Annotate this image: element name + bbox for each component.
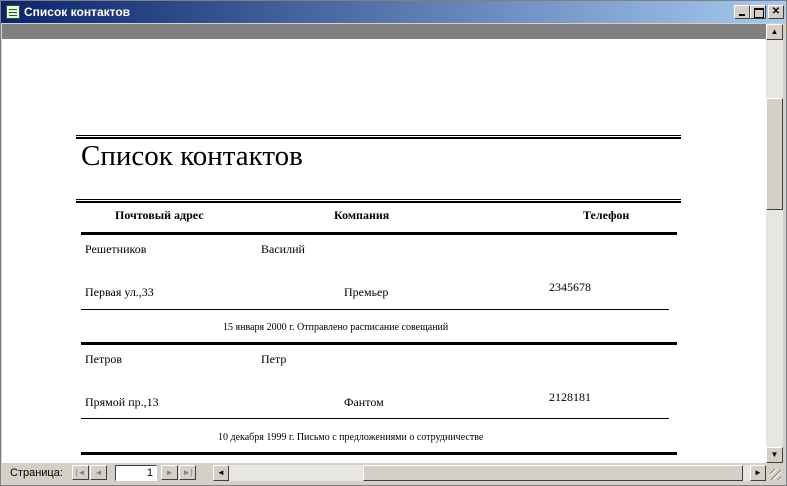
- column-header-company: Компания: [334, 208, 390, 222]
- record-company: Премьер: [344, 285, 389, 299]
- scroll-up-button[interactable]: ▲: [766, 24, 783, 40]
- page-label: Страница:: [10, 467, 63, 479]
- scroll-right-button[interactable]: ►: [750, 465, 766, 481]
- header-top-rule: [76, 199, 681, 203]
- minimize-button[interactable]: [734, 5, 750, 19]
- report-icon[interactable]: [6, 5, 20, 19]
- column-header-address: Почтовый адрес: [115, 208, 204, 222]
- record-first-name: Василий: [261, 242, 305, 256]
- record-separator: [81, 342, 677, 345]
- record-note: 10 декабря 1999 г. Письмо с предложениям…: [218, 432, 484, 443]
- vertical-scroll-thumb[interactable]: [766, 98, 783, 210]
- vertical-scrollbar[interactable]: ▲ ▼: [766, 24, 783, 463]
- record-phone: 2128181: [549, 390, 591, 404]
- title-bar[interactable]: Список контактов ✕: [1, 1, 786, 23]
- record-note-divider: [81, 309, 669, 310]
- record-last-name: Петров: [85, 352, 123, 366]
- report-title: Список контактов: [81, 140, 303, 172]
- record-separator: [81, 452, 677, 455]
- column-header-phone: Телефон: [583, 208, 630, 222]
- scroll-left-button[interactable]: ◄: [213, 465, 229, 481]
- record-last-name: Решетников: [85, 242, 147, 256]
- scroll-down-button[interactable]: ▼: [766, 447, 783, 463]
- record-phone: 2345678: [549, 280, 591, 294]
- record-separator: [81, 232, 677, 235]
- record-first-name: Петр: [261, 352, 287, 366]
- horizontal-scroll-thumb[interactable]: [363, 465, 743, 481]
- prev-record-icon[interactable]: ◄: [90, 465, 107, 480]
- navigation-bar: Страница: |◄ ◄ 1 ► ►| ◄ ►: [2, 463, 785, 484]
- horizontal-scrollbar[interactable]: ◄ ►: [213, 465, 766, 481]
- report-page: Список контактов Почтовый адрес Компания…: [2, 39, 766, 463]
- next-record-icon[interactable]: ►: [161, 465, 178, 480]
- record-address: Прямой пр.,13: [85, 395, 159, 409]
- record-note-divider: [81, 418, 669, 419]
- record-address: Первая ул.,33: [85, 285, 154, 299]
- title-top-rule: [76, 135, 681, 139]
- resize-grip-icon[interactable]: [768, 467, 782, 481]
- report-window: Список контактов ✕ Список контактов Почт…: [0, 0, 787, 486]
- page-number-input[interactable]: 1: [115, 465, 157, 481]
- close-button[interactable]: ✕: [768, 5, 784, 19]
- record-company: Фантом: [344, 395, 384, 409]
- last-record-icon[interactable]: ►|: [179, 465, 196, 480]
- page-margin-strip: [2, 24, 766, 39]
- first-record-icon[interactable]: |◄: [72, 465, 89, 480]
- record-note: 15 января 2000 г. Отправлено расписание …: [223, 322, 449, 333]
- maximize-button[interactable]: [750, 5, 766, 19]
- window-title: Список контактов: [24, 5, 131, 19]
